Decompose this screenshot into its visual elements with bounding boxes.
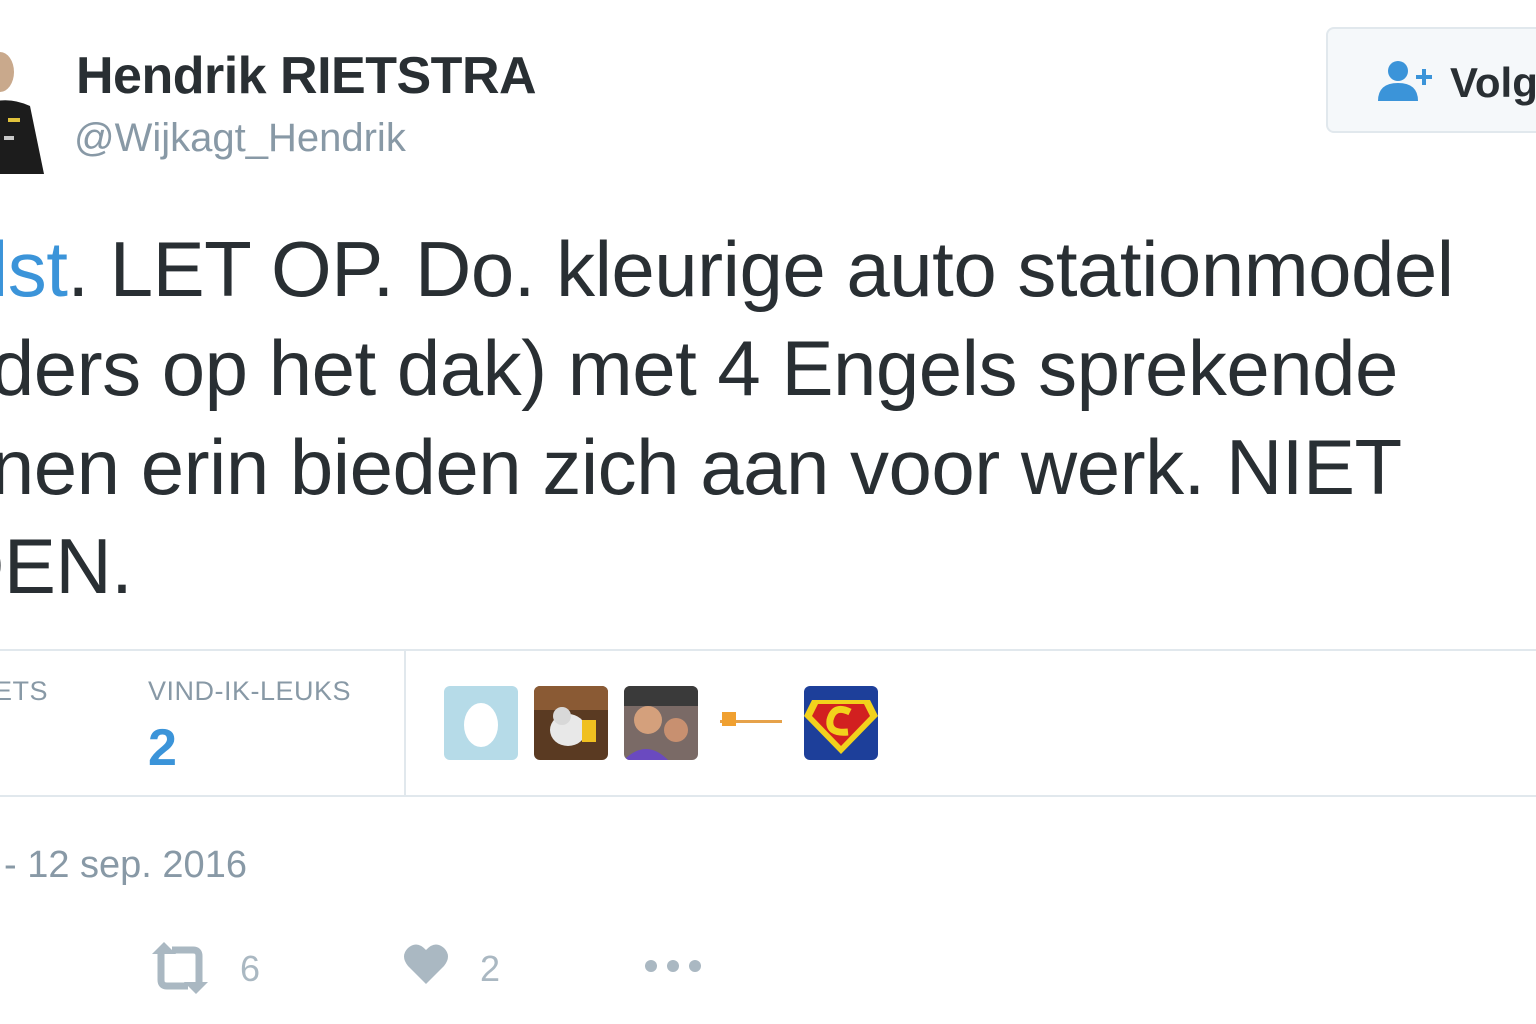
cat-avatar-icon[interactable] [534,686,608,760]
more-dots-icon [642,960,706,1000]
heart-icon [402,944,450,992]
stats-divider-bottom [0,795,1536,797]
tweet-page: Hendrik RIETSTRA @Wijkagt_Hendrik Volg a… [0,0,1536,1024]
user-handle[interactable]: @Wijkagt_Hendrik [74,116,406,161]
stats-divider-vertical [404,651,406,795]
arrow-avatar-icon[interactable] [714,686,788,760]
like-count[interactable]: 2 [480,948,500,990]
stats-divider-top [0,649,1536,651]
retweets-stat-label[interactable]: ETS [0,676,48,707]
hashtag-link[interactable]: alst [0,225,68,313]
tweet-line: dders op het dak) met 4 Engels sprekende [0,324,1398,412]
likes-stat-value[interactable]: 2 [148,718,177,778]
superman-avatar-icon[interactable] [804,686,878,760]
retweet-icon [148,942,212,1000]
add-user-icon [1374,59,1436,108]
retweet-count[interactable]: 6 [240,948,260,990]
couple-avatar-icon[interactable] [624,686,698,760]
tweet-line-text: . LET OP. Do. kleurige auto stationmodel [67,225,1454,313]
user-fullname[interactable]: Hendrik RIETSTRA [76,46,537,106]
tweet-text: alst. LET OP. Do. kleurige auto stationm… [0,220,1536,616]
follow-button[interactable]: Volg [1326,27,1536,133]
tweet-timestamp[interactable]: - 12 sep. 2016 [4,844,247,887]
profile-avatar[interactable] [0,40,44,174]
more-options-button[interactable] [642,940,706,996]
egg-avatar-icon[interactable] [444,686,518,760]
tweet-line: DEN. [0,522,133,610]
like-button[interactable] [402,940,450,996]
follow-button-label: Volg [1450,59,1536,106]
tweet-line: alst. LET OP. Do. kleurige auto stationm… [0,220,1536,319]
likes-stat-label[interactable]: VIND-IK-LEUKS [148,676,351,707]
retweet-button[interactable] [148,940,212,996]
tweet-line: nnen erin bieden zich aan voor werk. NIE… [0,423,1402,511]
